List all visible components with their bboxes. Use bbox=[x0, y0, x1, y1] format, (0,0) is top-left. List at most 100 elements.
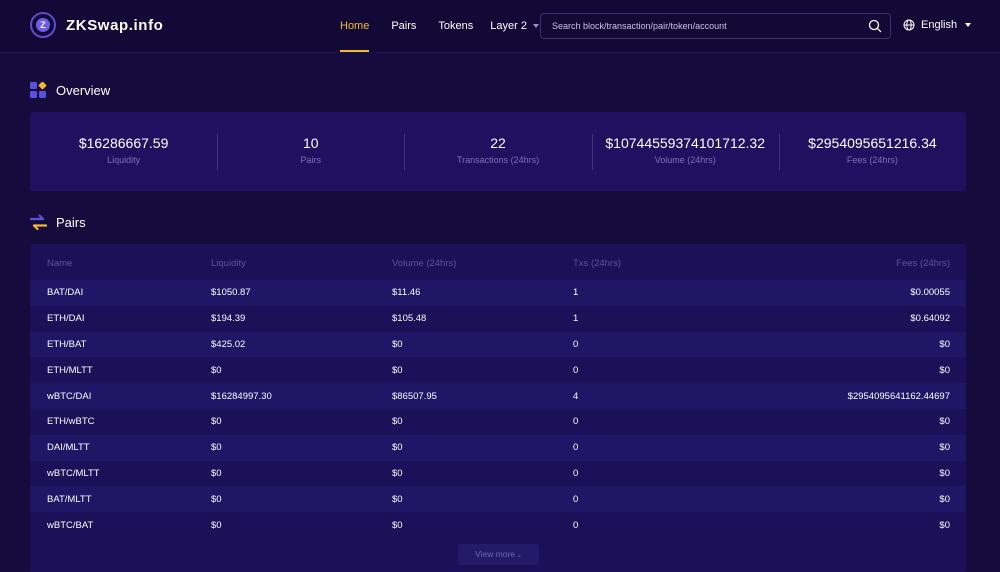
search-icon[interactable] bbox=[868, 19, 882, 33]
nav-home[interactable]: Home bbox=[340, 0, 370, 53]
txs-cell: 0 bbox=[573, 493, 579, 505]
table-row[interactable]: DAI/MLTT $0 $0 0 $0 bbox=[30, 434, 966, 461]
logo-text: ZKSwap.info bbox=[66, 16, 164, 34]
volume-cell: $0 bbox=[392, 467, 403, 479]
fees-cell: $0 bbox=[939, 364, 950, 376]
stat-pairs: 10 Pairs bbox=[217, 133, 404, 170]
txs-cell: 0 bbox=[573, 416, 579, 428]
table-row[interactable]: ETH/BAT $425.02 $0 0 $0 bbox=[30, 331, 966, 358]
chevron-down-icon bbox=[532, 24, 539, 29]
table-row[interactable]: wBTC/DAI $16284997.30 $86507.95 4 $29540… bbox=[30, 383, 966, 409]
volume-cell: $0 bbox=[392, 416, 403, 428]
fees-cell: $0 bbox=[939, 416, 950, 428]
volume-cell: $0 bbox=[392, 493, 403, 505]
volume-cell: $0 bbox=[392, 519, 403, 531]
globe-icon bbox=[903, 19, 915, 31]
nav-pairs[interactable]: Pairs bbox=[391, 0, 416, 53]
stat-volume: $10744559374101712.32 Volume (24hrs) bbox=[591, 133, 779, 170]
pair-name-cell[interactable]: ETH/wBTC bbox=[30, 409, 211, 435]
fees-cell: $0 bbox=[939, 519, 950, 531]
table-row[interactable]: BAT/DAI $1050.87 $11.46 1 $0.00055 bbox=[30, 280, 966, 306]
txs-cell: 0 bbox=[573, 519, 579, 531]
liquidity-cell: $0 bbox=[211, 442, 222, 454]
pairs-table-card: Name Liquidity Volume (24hrs) Txs (24hrs… bbox=[30, 244, 966, 572]
pair-name-cell[interactable]: wBTC/DAI bbox=[30, 383, 211, 409]
stat-fees: $2954095651216.34 Fees (24hrs) bbox=[778, 133, 966, 170]
table-row[interactable]: ETH/MLTT $0 $0 0 $0 bbox=[30, 357, 966, 384]
table-row[interactable]: wBTC/MLTT $0 $0 0 $0 bbox=[30, 460, 966, 487]
pair-name-cell[interactable]: ETH/MLTT bbox=[30, 357, 211, 383]
column-header-volume[interactable]: Volume (24hrs) bbox=[392, 244, 573, 280]
pair-name-cell[interactable]: wBTC/BAT bbox=[30, 512, 211, 538]
table-row[interactable]: wBTC/BAT $0 $0 0 $0 bbox=[30, 512, 966, 538]
pair-name-cell[interactable]: ETH/DAI bbox=[30, 306, 211, 332]
search-input[interactable] bbox=[541, 14, 851, 38]
main-nav: Home Pairs Tokens Layer 2 bbox=[340, 0, 539, 53]
column-header-name[interactable]: Name bbox=[30, 244, 211, 280]
search-box bbox=[540, 13, 891, 39]
column-header-liquidity[interactable]: Liquidity bbox=[211, 244, 392, 280]
table-row[interactable]: BAT/MLTT $0 $0 0 $0 bbox=[30, 486, 966, 513]
fees-cell: $2954095641162.44697 bbox=[847, 390, 950, 402]
language-label: English bbox=[921, 19, 958, 31]
nav-tokens[interactable]: Tokens bbox=[438, 0, 473, 53]
fees-cell: $0 bbox=[939, 442, 950, 454]
liquidity-cell: $0 bbox=[211, 493, 222, 505]
section-title: Pairs bbox=[56, 215, 86, 230]
pair-name-cell[interactable]: BAT/MLTT bbox=[30, 486, 211, 512]
dashboard-grid-icon bbox=[30, 82, 47, 98]
column-header-fees[interactable]: Fees (24hrs) bbox=[754, 244, 966, 280]
overview-stats-card: $16286667.59 Liquidity 10 Pairs 22 Trans… bbox=[30, 112, 966, 191]
stat-caption: Transactions (24hrs) bbox=[456, 154, 540, 165]
column-header-txs[interactable]: Txs (24hrs) bbox=[573, 244, 754, 280]
nav-layer2[interactable]: Layer 2 bbox=[490, 0, 539, 53]
fees-cell: $0 bbox=[939, 338, 950, 350]
nav-layer2-label: Layer 2 bbox=[490, 20, 527, 32]
table-row[interactable]: ETH/wBTC $0 $0 0 $0 bbox=[30, 408, 966, 435]
volume-cell: $86507.95 bbox=[392, 390, 437, 402]
fees-cell: $0 bbox=[939, 467, 950, 479]
caret-down-icon bbox=[965, 23, 972, 27]
table-header-row: Name Liquidity Volume (24hrs) Txs (24hrs… bbox=[30, 244, 966, 280]
fees-cell: $0.64092 bbox=[910, 313, 950, 325]
stat-caption: Fees (24hrs) bbox=[846, 154, 898, 165]
liquidity-cell: $1050.87 bbox=[211, 287, 251, 299]
site-logo[interactable]: Z ZKSwap.info bbox=[30, 12, 163, 38]
liquidity-cell: $0 bbox=[211, 364, 222, 376]
volume-cell: $0 bbox=[392, 442, 403, 454]
stat-caption: Pairs bbox=[300, 154, 322, 165]
txs-cell: 0 bbox=[573, 364, 579, 376]
liquidity-cell: $0 bbox=[211, 416, 222, 428]
txs-cell: 0 bbox=[573, 338, 579, 350]
stat-caption: Volume (24hrs) bbox=[654, 154, 716, 165]
stat-liquidity: $16286667.59 Liquidity bbox=[30, 134, 217, 170]
liquidity-cell: $0 bbox=[211, 467, 222, 479]
pair-name-cell[interactable]: ETH/BAT bbox=[30, 332, 211, 358]
table-row[interactable]: ETH/DAI $194.39 $105.48 1 $0.64092 bbox=[30, 305, 966, 332]
stat-value: $2954095651216.34 bbox=[808, 134, 937, 151]
volume-cell: $105.48 bbox=[392, 313, 427, 325]
overview-heading: Overview bbox=[30, 82, 110, 99]
txs-cell: 0 bbox=[573, 467, 579, 479]
stat-value: $16286667.59 bbox=[78, 134, 169, 151]
view-more-button[interactable]: View more⌄ bbox=[458, 544, 539, 565]
chevron-down-icon: ⌄ bbox=[516, 552, 522, 559]
liquidity-cell: $425.02 bbox=[211, 338, 246, 350]
fees-cell: $0 bbox=[939, 493, 950, 505]
txs-cell: 1 bbox=[573, 313, 579, 325]
liquidity-cell: $0 bbox=[211, 519, 222, 531]
zkswap-logo-icon: Z bbox=[30, 12, 56, 38]
txs-cell: 0 bbox=[573, 442, 579, 454]
section-title: Overview bbox=[56, 83, 111, 98]
liquidity-cell: $194.39 bbox=[211, 313, 246, 325]
pairs-table: Name Liquidity Volume (24hrs) Txs (24hrs… bbox=[30, 244, 966, 538]
volume-cell: $0 bbox=[392, 364, 403, 376]
stat-value: 10 bbox=[303, 134, 319, 151]
pair-name-cell[interactable]: DAI/MLTT bbox=[30, 435, 211, 461]
pair-name-cell[interactable]: BAT/DAI bbox=[30, 280, 211, 306]
stat-caption: Liquidity bbox=[107, 154, 141, 165]
liquidity-cell: $16284997.30 bbox=[211, 390, 272, 402]
language-selector[interactable]: English bbox=[903, 19, 972, 31]
pair-name-cell[interactable]: wBTC/MLTT bbox=[30, 461, 211, 487]
volume-cell: $0 bbox=[392, 338, 403, 350]
